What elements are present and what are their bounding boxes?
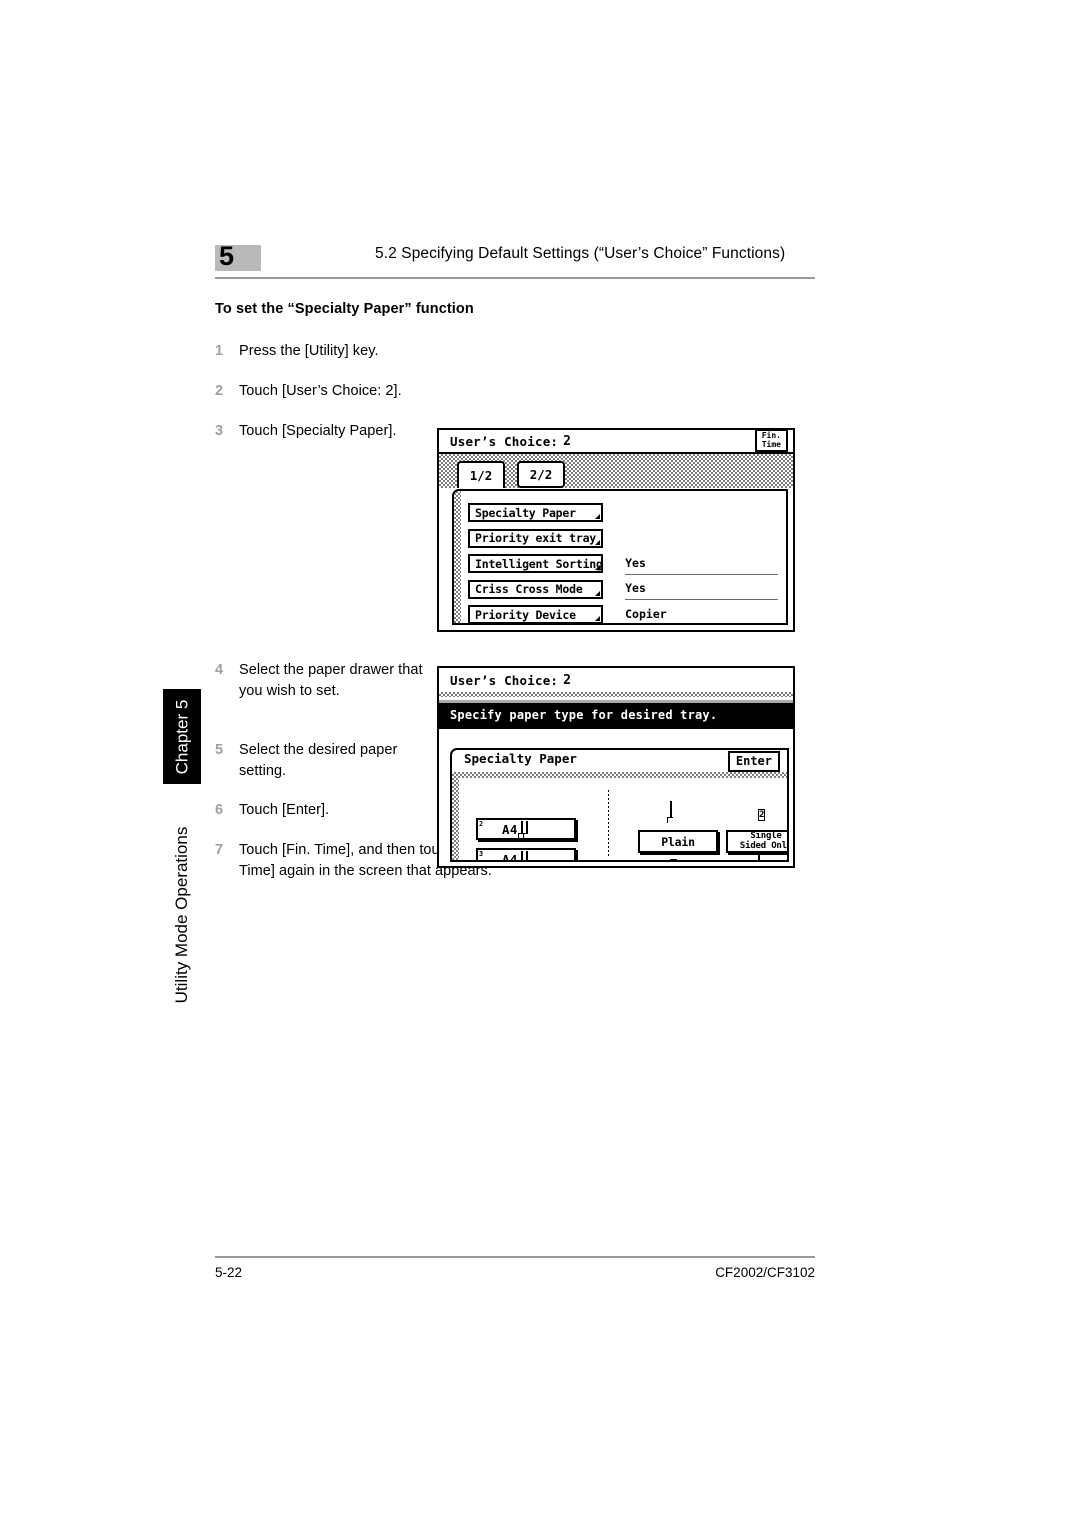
step-item-6: 6 Touch [Enter].: [215, 800, 430, 821]
menu-button-priority-exit-tray[interactable]: Priority exit tray: [468, 528, 604, 548]
drawer-number: 3: [479, 850, 484, 858]
lcd2-card-header-divider: [452, 772, 787, 778]
lcd-screen-users-choice-2: User’s Choice: 2 1/2 2/2 Fin. Time Speci…: [437, 428, 795, 632]
step-item-1: 1 Press the [Utility] key.: [215, 341, 475, 362]
menu-button-label: Priority exit tray: [475, 531, 597, 546]
menu-row-intelligent-sorting: Intelligent Sorting Yes: [468, 551, 778, 577]
lcd2-title-bar: User’s Choice: 2: [439, 668, 793, 692]
lcd1-title-number: 2: [563, 433, 572, 449]
sidebar-caption-label: Utility Mode Operations: [172, 826, 191, 1004]
menu-row-criss-cross-mode: Criss Cross Mode Yes: [468, 577, 778, 603]
menu-row-specialty-paper: Specialty Paper: [468, 500, 778, 526]
lcd2-card-header: Specialty Paper Enter: [452, 750, 787, 772]
menu-value: Yes: [625, 581, 778, 601]
lcd2-scroll-strip[interactable]: [452, 772, 459, 860]
tab-page-1-2[interactable]: 1/2: [457, 461, 505, 488]
step-text: Touch [Specialty Paper].: [239, 423, 397, 439]
option-label-line-2: Sided Only: [739, 840, 789, 851]
section-heading: To set the “Specialty Paper” function: [215, 301, 474, 317]
lcd-screen-specialty-paper: User’s Choice: 2 Specify paper type for …: [437, 666, 795, 868]
footer-model: CF2002/CF3102: [715, 1265, 815, 1280]
tab-page-2-2[interactable]: 2/2: [517, 461, 565, 488]
chapter-tab-label: Chapter 5: [172, 699, 191, 774]
menu-row-priority-device: Priority Device Copier: [468, 602, 778, 623]
lcd2-card-title: Specialty Paper: [464, 750, 577, 766]
lcd1-tab-strip: 1/2 2/2 Fin. Time: [439, 429, 793, 488]
step-text: Touch [Enter].: [239, 802, 330, 818]
option-button-plain[interactable]: Plain: [638, 830, 718, 853]
paper-landscape-icon: [525, 820, 528, 838]
lcd1-title-text: User’s Choice:: [450, 433, 559, 449]
step-item-2: 2 Touch [User’s Choice: 2].: [215, 381, 475, 402]
drawer-size-label: A4: [502, 851, 518, 862]
plain-paper-icon: [670, 801, 686, 822]
step-text: Touch [User’s Choice: 2].: [239, 383, 402, 399]
drawer-size-label: A4: [502, 821, 518, 837]
high-quality-icon: H: [670, 852, 686, 860]
lcd2-message-bar: Specify paper type for desired tray.: [439, 697, 793, 729]
step-number: 1: [215, 343, 224, 359]
menu-row-priority-exit-tray: Priority exit tray: [468, 526, 778, 552]
drawer-button-2[interactable]: 2 A4: [476, 818, 576, 840]
lcd1-title-bar: User’s Choice: 2: [439, 430, 793, 454]
step-text: Select the desired paper setting.: [239, 742, 398, 779]
step-item-5: 5 Select the desired paper setting.: [215, 740, 430, 782]
lcd2-content-card: Specialty Paper Enter 2 A4 3 A4 2 Plain …: [450, 748, 789, 862]
specialty-paper-icon: [758, 851, 774, 860]
menu-button-label: Priority Device: [475, 607, 576, 622]
lcd1-menu-list: Specialty Paper Priority exit tray Intel…: [454, 491, 786, 623]
single-sided-icon: 2: [758, 809, 766, 821]
footer-rule: [215, 1256, 815, 1258]
lcd2-title-number: 2: [563, 672, 572, 688]
lcd1-content-card: Specialty Paper Priority exit tray Intel…: [452, 489, 788, 625]
menu-value: Copier: [625, 607, 778, 623]
enter-button[interactable]: Enter: [727, 751, 780, 772]
chapter-tab: Chapter 5: [163, 689, 201, 784]
page-header: 5 5.2 Specifying Default Settings (“User…: [215, 241, 815, 283]
drawer-number: 2: [479, 820, 484, 828]
paper-landscape-icon: [525, 850, 528, 860]
step-number: 2: [215, 383, 224, 399]
menu-button-specialty-paper[interactable]: Specialty Paper: [468, 503, 604, 523]
step-text: Press the [Utility] key.: [239, 343, 379, 359]
option-label: Plain: [661, 834, 695, 849]
tab-label: 1/2: [469, 468, 493, 483]
header-rule: [215, 277, 815, 279]
option-button-single-sided-only[interactable]: Single Sided Only: [726, 830, 789, 853]
menu-button-priority-device[interactable]: Priority Device: [468, 605, 604, 623]
vertical-divider: [608, 790, 609, 856]
step-number: 6: [215, 802, 224, 818]
menu-button-label: Specialty Paper: [475, 505, 576, 520]
fin-time-button[interactable]: Fin. Time: [754, 429, 788, 452]
paper-portrait-icon: [520, 850, 523, 860]
step-number: 3: [215, 423, 224, 439]
menu-value: [625, 537, 778, 539]
step-number: 4: [215, 662, 224, 678]
step-number: 7: [215, 842, 224, 858]
running-head: 5.2 Specifying Default Settings (“User’s…: [375, 245, 786, 262]
fin-time-line-2: Time: [761, 439, 781, 449]
menu-button-criss-cross-mode[interactable]: Criss Cross Mode: [468, 579, 604, 599]
step-text: Select the paper drawer that you wish to…: [239, 662, 423, 699]
menu-button-intelligent-sorting[interactable]: Intelligent Sorting: [468, 554, 604, 574]
lcd2-card-body: 2 A4 3 A4 2 H Plain Single: [462, 784, 787, 862]
step-item-4: 4 Select the paper drawer that you wish …: [215, 660, 430, 702]
drawer-button-3[interactable]: 3 A4: [476, 848, 576, 862]
tab-label: 2/2: [529, 467, 553, 482]
lcd2-message-text: Specify paper type for desired tray.: [450, 707, 718, 722]
step-item-3: 3 Touch [Specialty Paper].: [215, 421, 415, 442]
lcd2-title-text: User’s Choice:: [450, 672, 559, 688]
menu-value: Yes: [625, 556, 778, 575]
menu-value: [625, 512, 778, 514]
step-number: 5: [215, 742, 224, 758]
chapter-marker-number: 5: [219, 241, 234, 271]
enter-button-label: Enter: [735, 754, 772, 768]
sidebar-caption: Utility Mode Operations: [163, 800, 201, 1030]
menu-button-label: Criss Cross Mode: [475, 582, 583, 597]
menu-button-label: Intelligent Sorting: [475, 556, 603, 571]
